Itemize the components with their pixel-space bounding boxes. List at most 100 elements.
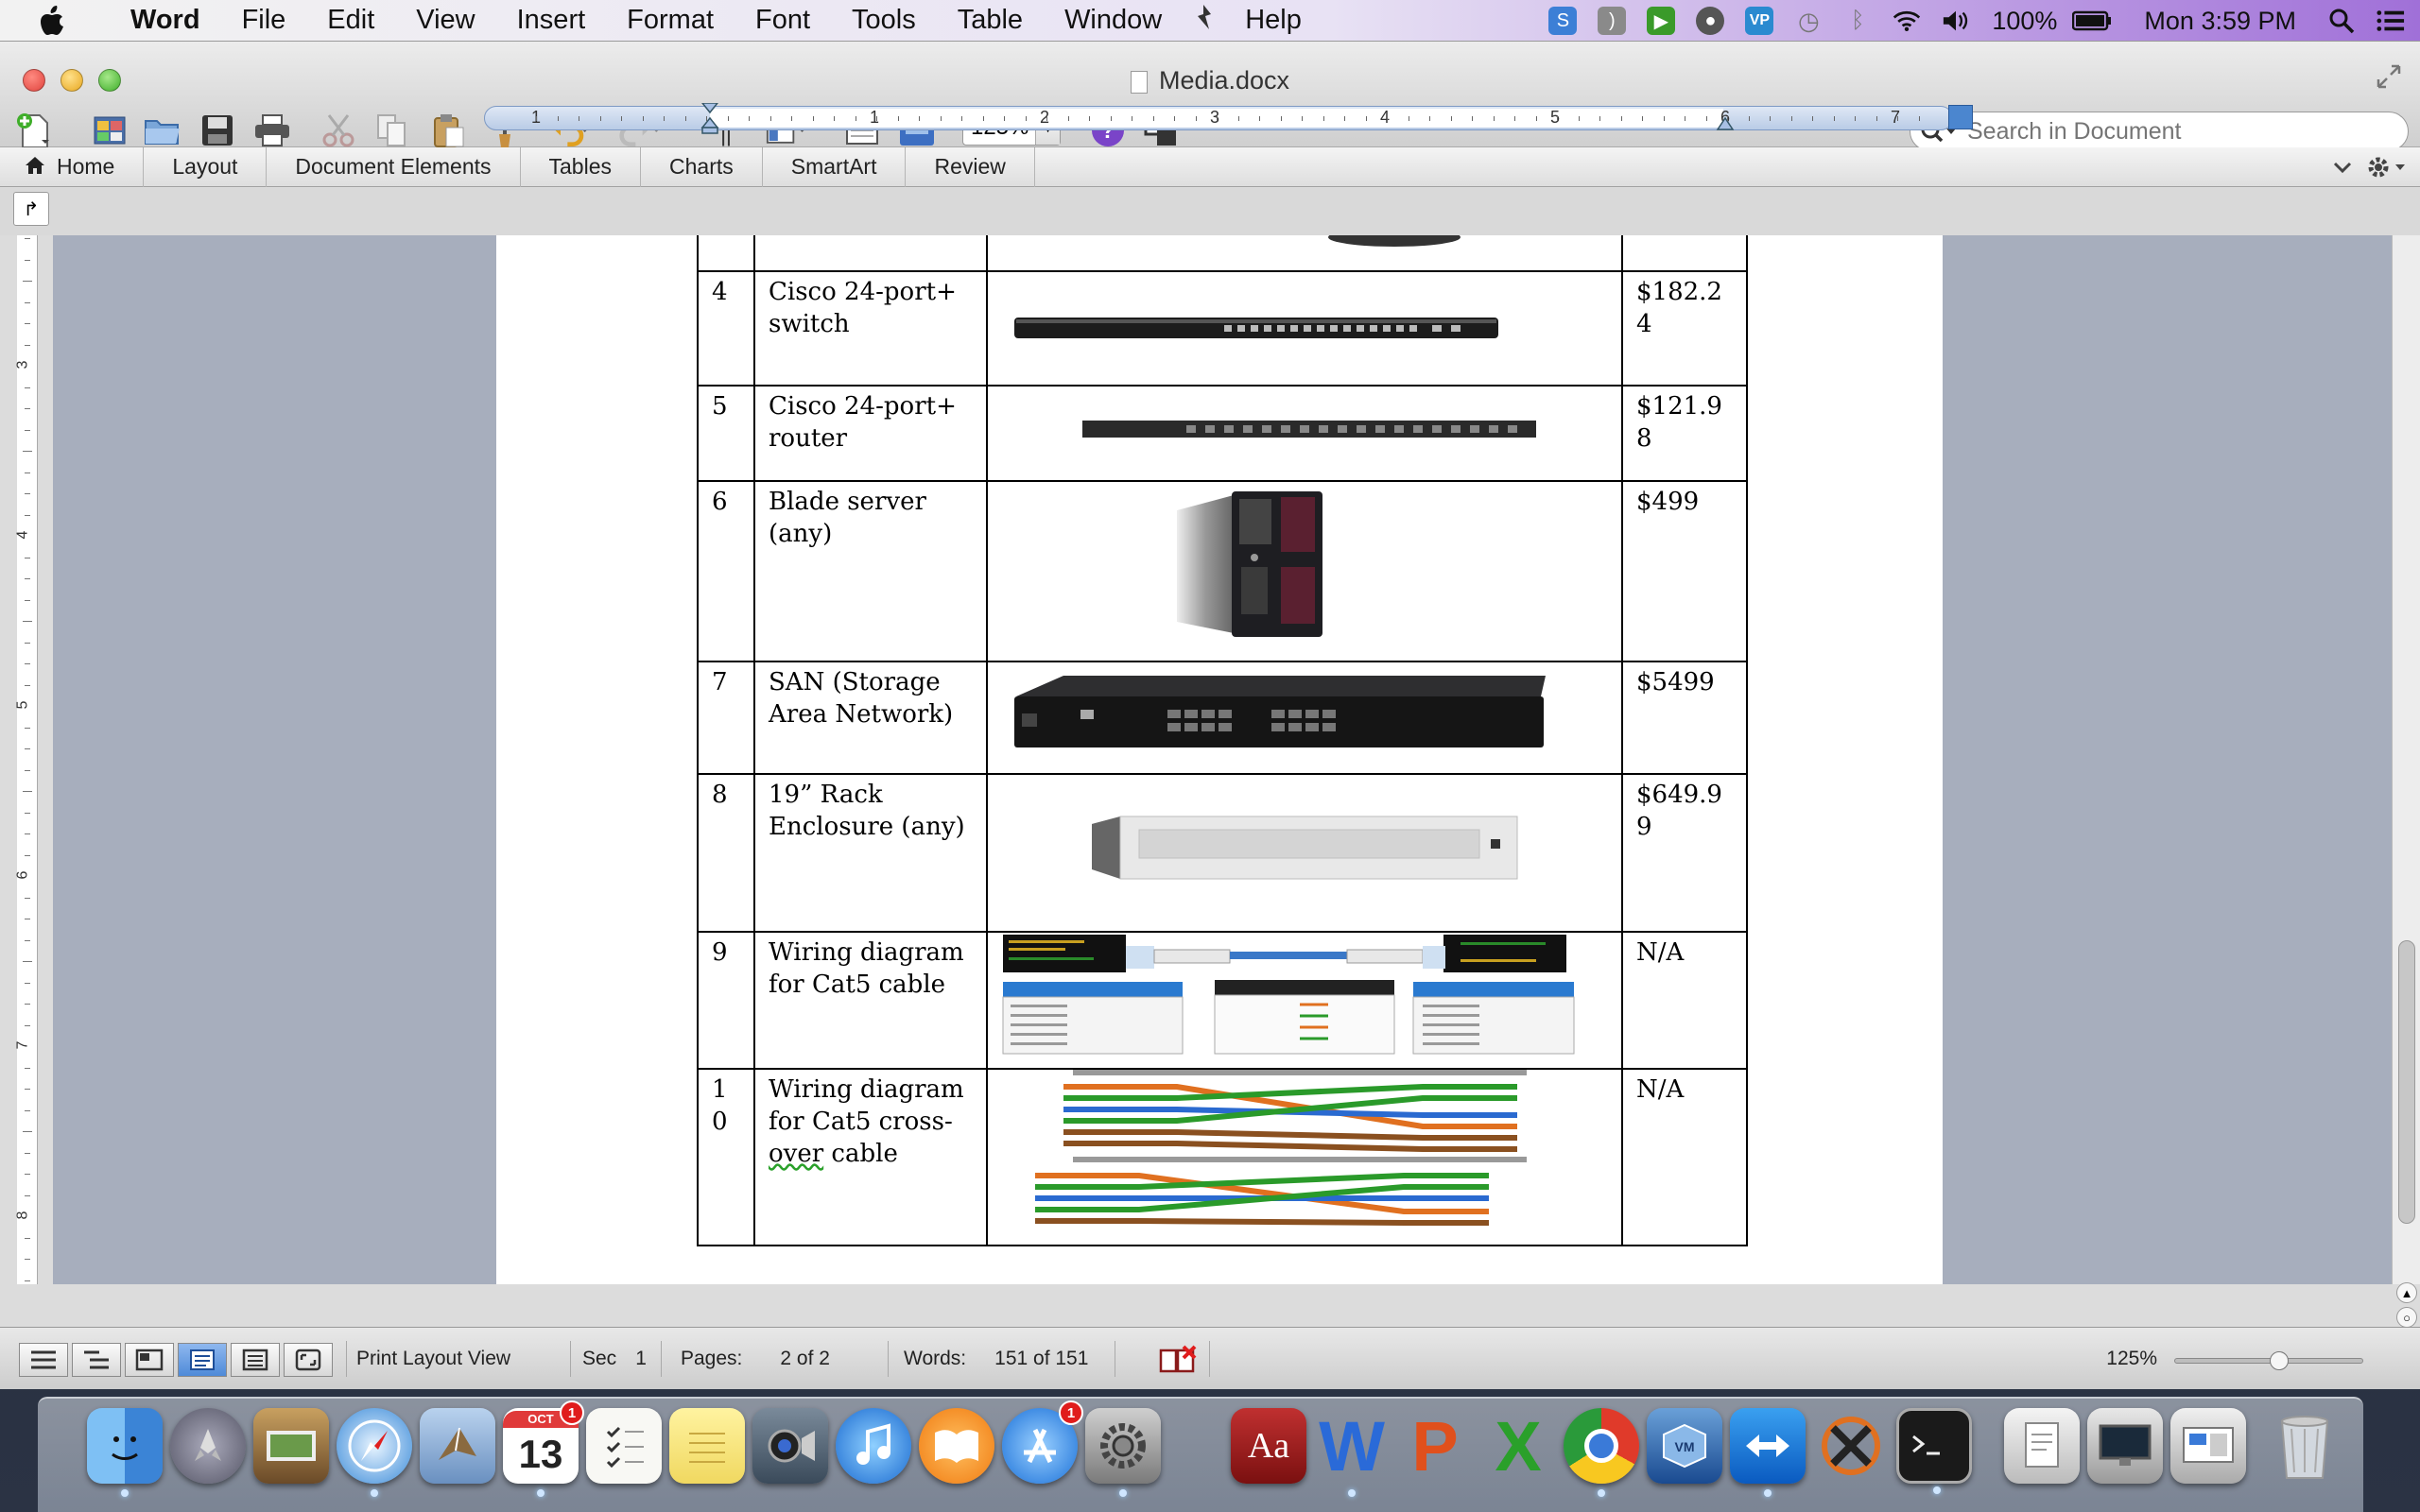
cisco-switch-image[interactable] [986,270,1623,387]
menu-format[interactable]: Format [606,5,735,36]
skype-icon[interactable]: S [1548,7,1578,35]
reminders-icon[interactable] [586,1408,662,1484]
search-input[interactable] [1967,117,2364,146]
right-indent-marker[interactable] [1716,112,1735,136]
menu-help[interactable]: Help [1224,5,1322,36]
tab-home[interactable]: Home [0,146,145,187]
table-cell[interactable] [986,235,1623,272]
notes-icon[interactable] [669,1408,745,1484]
full-screen-view-icon[interactable] [284,1343,333,1377]
print-icon[interactable] [251,110,293,151]
x11-icon[interactable] [1813,1408,1889,1484]
item-price[interactable]: N/A [1621,931,1748,1070]
menu-tools[interactable]: Tools [831,5,937,36]
menu-file[interactable]: File [221,5,307,36]
search-field[interactable] [1910,112,2409,151]
menu-font[interactable]: Font [735,5,831,36]
row-number[interactable]: 8 [697,773,755,933]
san-device-image[interactable] [986,661,1623,775]
menu-window[interactable]: Window [1044,5,1183,36]
row-number[interactable]: 7 [697,661,755,775]
cat5-crossover-diagram[interactable] [986,1068,1623,1246]
scrollbar-thumb[interactable] [2398,940,2415,1224]
cut-icon[interactable] [318,110,359,151]
save-icon[interactable] [197,110,238,151]
draft-view-icon[interactable] [19,1343,68,1377]
new-document-icon[interactable] [13,110,55,151]
item-price[interactable]: $182.24 [1621,270,1748,387]
document-area[interactable]: 4 Cisco 24-port+ switch $182.24 5 Cisco … [53,235,2392,1284]
network-utility-icon[interactable] [2170,1408,2246,1484]
item-description[interactable]: Wiring diagram for Cat5 cable [753,931,988,1070]
item-description[interactable]: 19” Rack Enclosure (any) [753,773,988,933]
terminal-icon[interactable] [1896,1408,1972,1494]
rack-enclosure-image[interactable] [986,773,1623,933]
cat5-wiring-diagram[interactable] [986,931,1623,1070]
menu-view[interactable]: View [395,5,495,36]
fullscreen-icon[interactable] [2375,62,2403,91]
zoom-slider[interactable] [2174,1351,2363,1370]
ribbon-settings-gear-icon[interactable] [2365,153,2407,186]
vertical-scrollbar[interactable]: ▲ ○ ▼ [2392,235,2420,1352]
image-capture-icon[interactable] [253,1408,329,1484]
status-pages[interactable]: Pages: 2 of 2 [662,1341,889,1377]
notebook-layout-view-icon[interactable] [231,1343,280,1377]
view-ruler-icon[interactable] [1948,105,1973,129]
vpn-icon[interactable]: VP [1745,7,1774,35]
row-number[interactable]: 10 [697,1068,755,1246]
menu-extra-icon[interactable]: ) [1598,7,1627,35]
misspelled-word[interactable]: over [769,1140,823,1168]
print-layout-view-icon[interactable] [178,1343,227,1377]
dictionary-icon[interactable]: Aa [1231,1408,1306,1484]
trash-icon[interactable] [2267,1408,2342,1484]
item-description[interactable]: SAN (Storage Area Network) [753,661,988,775]
copy-icon[interactable] [371,110,412,151]
publishing-layout-view-icon[interactable] [125,1343,174,1377]
finder-icon[interactable] [87,1408,163,1497]
menu-table[interactable]: Table [937,5,1044,36]
document-page[interactable]: 4 Cisco 24-port+ switch $182.24 5 Cisco … [496,235,1943,1284]
itunes-icon[interactable] [836,1408,911,1484]
item-price[interactable]: $121.98 [1621,385,1748,482]
notification-center-icon[interactable] [2377,7,2405,35]
menu-insert[interactable]: Insert [496,5,607,36]
outline-view-icon[interactable] [72,1343,121,1377]
menu-word[interactable]: Word [110,5,221,36]
row-number[interactable]: 6 [697,480,755,662]
item-price[interactable]: $499 [1621,480,1748,662]
facetime-icon[interactable] [752,1408,828,1484]
zoom-slider-knob[interactable] [2270,1351,2289,1370]
row-number[interactable]: 5 [697,385,755,482]
table-cell[interactable] [753,235,988,272]
apple-menu-icon[interactable] [36,4,72,38]
status-word-count[interactable]: Words: 151 of 151 [889,1341,1115,1377]
time-machine-icon[interactable]: ◷ [1794,7,1823,35]
tab-smartart[interactable]: SmartArt [763,146,907,187]
paste-icon[interactable] [427,110,469,151]
tab-stop-selector-icon[interactable]: ↱ [13,192,49,226]
row-number[interactable]: 4 [697,270,755,387]
cisco-router-image[interactable] [986,385,1623,482]
microsoft-word-icon[interactable]: W [1314,1407,1390,1497]
system-preferences-icon[interactable] [1085,1408,1161,1497]
row-number[interactable]: 9 [697,931,755,1070]
play-icon[interactable]: ▶ [1647,7,1676,35]
browse-object-icon[interactable]: ○ [2396,1307,2417,1328]
collapse-ribbon-icon[interactable] [2331,157,2354,182]
script-menu-icon[interactable] [1183,3,1224,39]
spotlight-icon[interactable] [2327,7,2356,35]
tab-charts[interactable]: Charts [641,146,763,187]
chrome-icon[interactable] [1564,1408,1639,1497]
battery-icon[interactable] [2071,7,2113,35]
ibooks-icon[interactable] [919,1408,994,1484]
item-description[interactable]: Blade server (any) [753,480,988,662]
tab-tables[interactable]: Tables [521,146,641,187]
launchpad-icon[interactable] [170,1408,246,1484]
horizontal-ruler[interactable]: 1 1 2 3 4 5 6 7 [484,102,1973,134]
calendar-icon[interactable]: OCT 13 1 [503,1400,584,1497]
item-description[interactable]: Wiring diagram for Cat5 cross- over cabl… [753,1068,988,1246]
screen-sharing-icon[interactable] [2087,1408,2163,1484]
status-section[interactable]: Sec 1 [571,1341,662,1377]
bluetooth-icon[interactable]: ᛒ [1843,7,1872,35]
spelling-grammar-status-icon[interactable] [1115,1341,1210,1377]
